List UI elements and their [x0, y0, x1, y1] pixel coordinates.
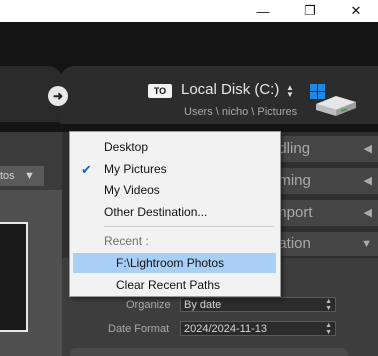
- menu-item-my-pictures[interactable]: My Pictures: [104, 162, 167, 176]
- minimize-button[interactable]: —: [240, 0, 286, 22]
- triangle-left-icon: ◀: [363, 143, 372, 155]
- destination-dropdown-menu: Desktop ✔ My Pictures My Videos Other De…: [69, 131, 281, 297]
- destination-disk-selector[interactable]: Local Disk (C:): [181, 81, 279, 98]
- menu-item-clear-recent[interactable]: Clear Recent Paths: [116, 278, 220, 292]
- arrow-right-icon: ➜: [48, 86, 68, 106]
- photo-thumbnail[interactable]: [0, 222, 28, 332]
- source-tab-label: tos: [0, 170, 15, 182]
- close-icon: ✕: [350, 3, 362, 18]
- source-tab[interactable]: tos: [0, 166, 44, 186]
- triangle-left-icon: ◀: [363, 175, 372, 187]
- menu-separator: [104, 226, 274, 227]
- section-apply-during-import[interactable]: Import ◀: [270, 200, 378, 226]
- updown-arrows-icon[interactable]: ▲ ▼: [286, 84, 294, 99]
- organize-value: By date: [184, 299, 222, 311]
- triangle-down-icon: ▼: [361, 238, 372, 250]
- menu-item-other-destination[interactable]: Other Destination...: [104, 205, 207, 219]
- recent-label: Recent :: [104, 234, 149, 248]
- window-title-bar: — ❐ ✕: [0, 0, 378, 22]
- menu-item-my-videos[interactable]: My Videos: [104, 183, 160, 197]
- minimize-icon: —: [256, 3, 270, 19]
- panel-bottom-bar: [70, 348, 348, 356]
- hard-drive-icon: [310, 84, 356, 116]
- checkmark-icon: ✔: [81, 162, 92, 177]
- triangle-down-icon[interactable]: ▼: [24, 170, 35, 182]
- maximize-button[interactable]: ❐: [287, 0, 333, 22]
- updown-arrows-icon: ▲ ▼: [325, 322, 332, 336]
- close-button[interactable]: ✕: [333, 0, 378, 22]
- destination-path: Users \ nicho \ Pictures: [184, 106, 298, 118]
- triangle-left-icon: ◀: [363, 207, 372, 219]
- maximize-icon: ❐: [304, 3, 316, 18]
- menu-item-recent-path[interactable]: F:\Lightroom Photos: [116, 256, 224, 270]
- date-format-select[interactable]: 2024/2024-11-13 ▲ ▼: [180, 321, 336, 336]
- organize-label: Organize: [126, 299, 171, 311]
- organize-select[interactable]: By date ▲ ▼: [180, 297, 336, 312]
- date-format-label: Date Format: [108, 323, 170, 335]
- to-badge: TO: [148, 84, 172, 98]
- menu-item-desktop[interactable]: Desktop: [104, 140, 148, 154]
- section-file-handling[interactable]: ndling ◀: [270, 136, 378, 162]
- section-destination[interactable]: nation ▼: [270, 232, 378, 256]
- updown-arrows-icon: ▲ ▼: [325, 298, 332, 312]
- date-format-value: 2024/2024-11-13: [184, 323, 267, 335]
- section-file-renaming[interactable]: aming ◀: [270, 168, 378, 194]
